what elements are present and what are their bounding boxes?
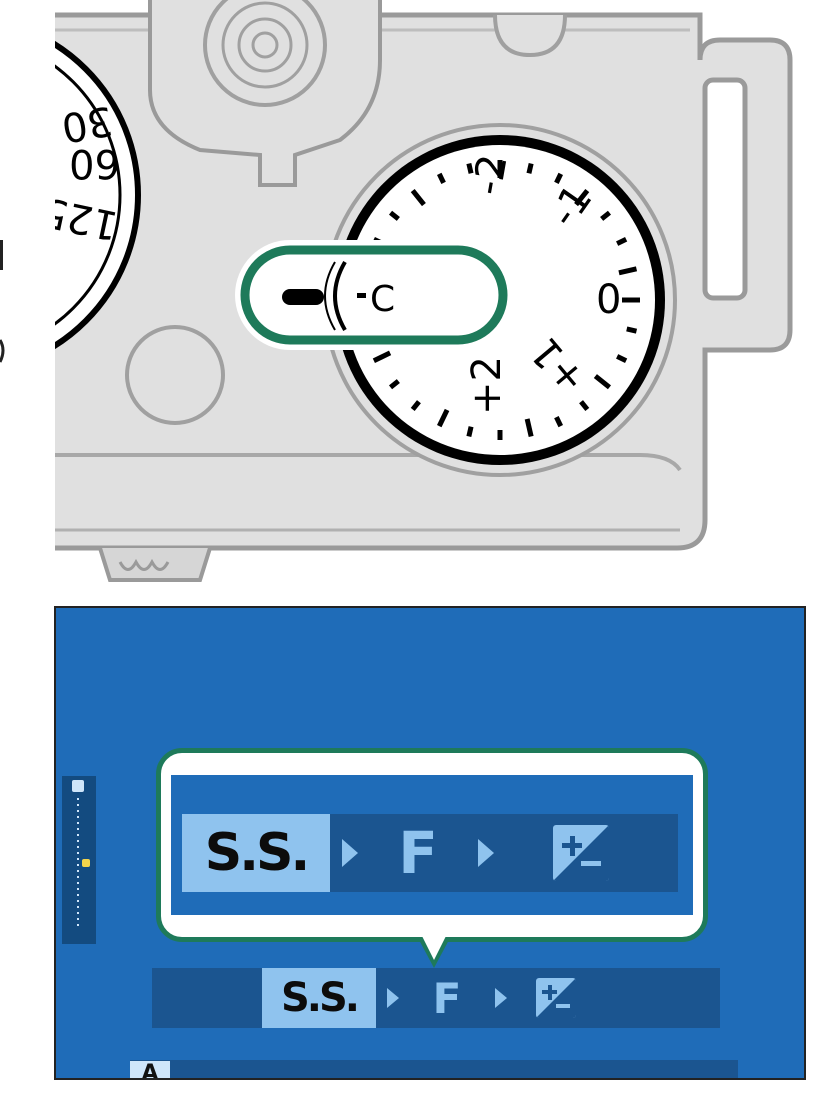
dial-mark-c: C [370,279,395,320]
mode-cycle: S.S. F [152,968,720,1028]
ss-label: S.S. [280,975,360,1021]
dial-tick [626,326,638,334]
f-label: F [432,973,462,1023]
mode-letter: A [141,1060,159,1080]
camera-top-illustration: 30 60 125 -2 -1 0 +1 +2 C [0,0,793,582]
exposure-compensation-icon [536,978,576,1018]
dial-mark-minus2: -2 [464,151,516,198]
exposure-scale [62,776,96,944]
arrow-right-icon [495,988,507,1008]
speed-mark-60: 60 [69,140,120,186]
arrow-right-icon [342,839,358,867]
mode-ss-selected[interactable]: S.S. [262,968,376,1028]
ss-label: S.S. [204,823,310,883]
scale-line [77,798,79,928]
dial-tick [526,162,534,174]
exposure-compensation-icon [553,825,609,881]
scale-indicator [82,859,90,867]
strap-lug [702,77,748,301]
c-position-highlight: C [235,240,515,350]
f-label: F [398,819,438,887]
dial-mark-plus2: +2 [464,356,510,415]
exposure-compensation-icon [72,780,84,792]
mode-indicator: A [130,1060,170,1080]
status-bar: A [130,1060,738,1080]
edge-mark [0,240,3,270]
arrow-right-icon [387,988,399,1008]
callout-pointer-fill [422,936,446,960]
dial-tick [466,426,474,438]
function-button [125,325,225,425]
dial-mark-0: 0 [596,277,621,323]
mode-ss-selected[interactable]: S.S. [182,814,330,892]
lcd-screen: S.S. F S.S. F A [54,606,806,1080]
arrow-right-icon [478,839,494,867]
mode-cycle-zoomed: S.S. F [182,814,678,892]
